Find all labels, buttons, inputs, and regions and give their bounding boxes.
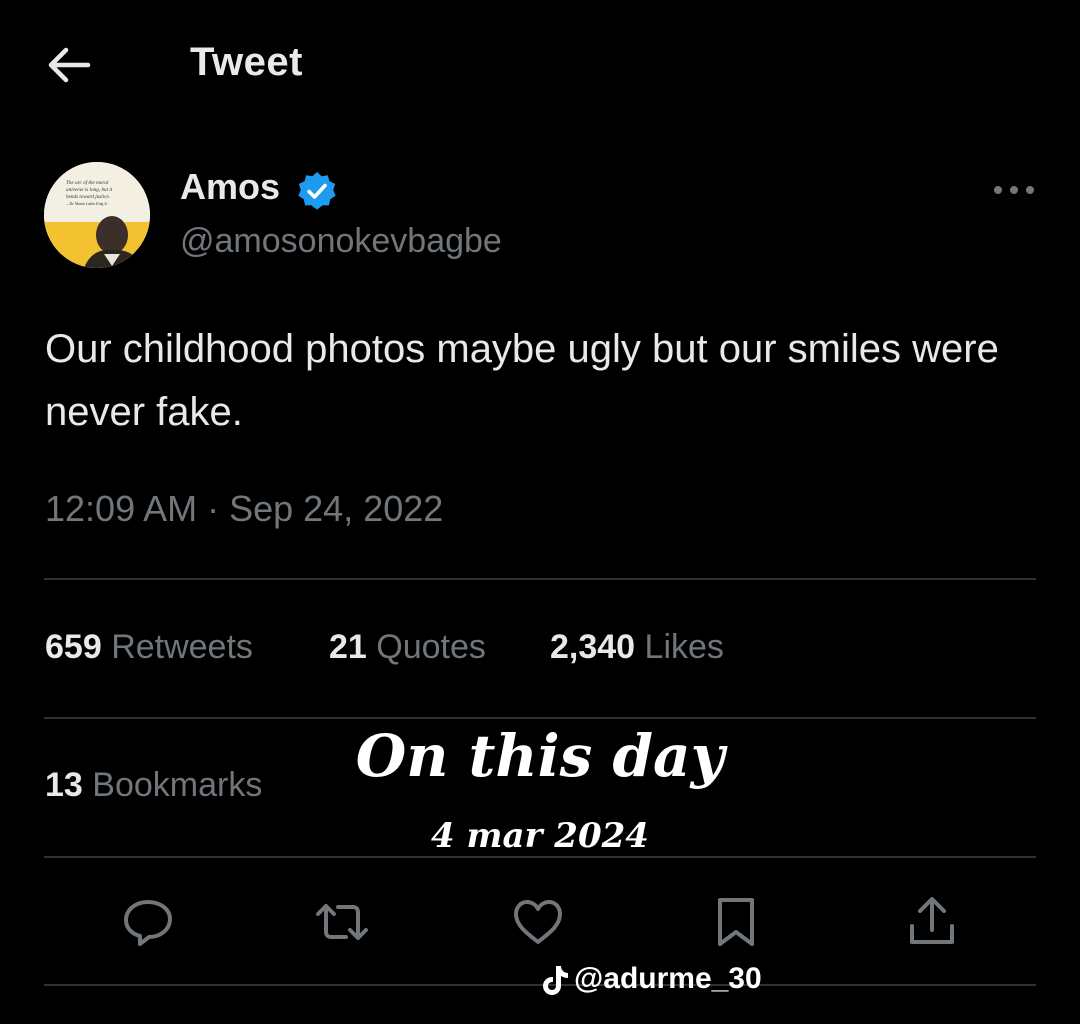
user-handle[interactable]: @amosonokevbagbe: [180, 222, 502, 261]
tiktok-icon: [543, 966, 568, 996]
page-title: Tweet: [190, 40, 303, 84]
top-bar: Tweet: [0, 0, 1080, 130]
likes-label: Likes: [644, 628, 724, 666]
quotes-label: Quotes: [376, 628, 486, 666]
divider: [44, 578, 1036, 580]
like-button[interactable]: [508, 892, 568, 952]
reply-icon: [124, 900, 172, 946]
overlay-title: On this day: [355, 722, 725, 790]
watermark-text: @adurme_30: [574, 962, 762, 995]
likes-stat[interactable]: 2,340 Likes: [550, 628, 724, 667]
avatar-quote-attribution: —Dr. Martin Luther King Jr.: [65, 202, 108, 206]
bookmark-icon: [718, 898, 754, 946]
retweet-button[interactable]: [312, 892, 372, 952]
avatar[interactable]: The arc of the moral universe is long, b…: [44, 162, 150, 268]
avatar-quote-line-2: universe is long, but it: [66, 187, 113, 193]
tweet-text: Our childhood photos maybe ugly but our …: [45, 327, 999, 434]
reply-button[interactable]: [118, 892, 178, 952]
retweet-icon: [316, 904, 368, 940]
overlay-date: 4 mar 2024: [431, 816, 649, 856]
watermark: @adurme_30: [540, 962, 762, 996]
avatar-quote-line-1: The arc of the moral: [66, 179, 109, 186]
quotes-count: 21: [329, 628, 367, 666]
back-button[interactable]: [44, 42, 94, 88]
avatar-quote-line-3: bends toward justice.: [66, 194, 110, 200]
retweets-stat[interactable]: 659 Retweets: [45, 628, 253, 667]
more-horizontal-icon: [994, 186, 1034, 194]
verified-badge-icon: [298, 172, 336, 210]
heart-icon: [514, 900, 562, 944]
divider: [44, 856, 1036, 858]
more-options-button[interactable]: [992, 176, 1036, 204]
avatar-image: The arc of the moral universe is long, b…: [44, 162, 150, 268]
divider: [44, 717, 1036, 719]
retweets-count: 659: [45, 628, 102, 666]
likes-count: 2,340: [550, 628, 636, 666]
display-name[interactable]: Amos: [180, 166, 280, 208]
quotes-stat[interactable]: 21 Quotes: [329, 628, 486, 667]
retweets-label: Retweets: [111, 628, 253, 666]
arrow-left-icon: [48, 47, 91, 83]
share-icon: [910, 897, 954, 944]
tweet-timestamp[interactable]: 12:09 AM · Sep 24, 2022: [45, 488, 443, 530]
share-button[interactable]: [902, 892, 962, 952]
bookmark-button[interactable]: [706, 892, 766, 952]
